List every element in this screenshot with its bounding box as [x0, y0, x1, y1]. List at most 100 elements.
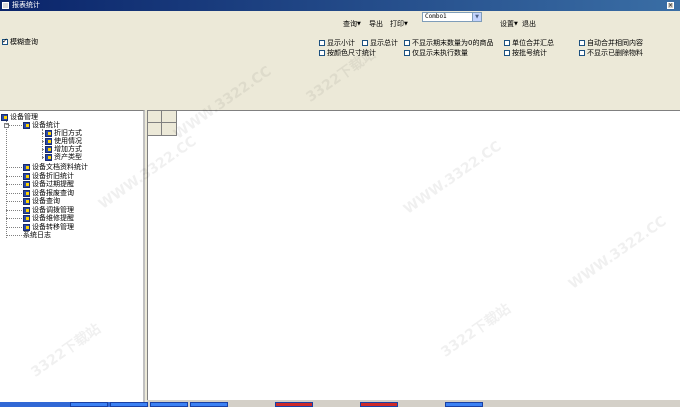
- tree-node-label: 设备管理: [10, 113, 38, 121]
- hide-end-zero-checkbox[interactable]: 不显示期末数量为0的商品: [404, 39, 493, 48]
- checkbox-box[interactable]: [2, 37, 8, 46]
- tree-connector: [6, 176, 24, 177]
- tree-panel: 设备管理 − 设备统计 折旧方式 使用情况 增加方式 资产类型 设备文档资料统计…: [0, 110, 145, 407]
- tree-node-depr-stats[interactable]: 设备折旧统计: [23, 172, 74, 180]
- folder-icon: [45, 145, 52, 153]
- tree-node-transfer[interactable]: 设备调拨管理: [23, 206, 74, 214]
- exit-button[interactable]: 退出: [522, 19, 536, 29]
- tree-node-stats[interactable]: 设备统计: [23, 121, 60, 129]
- checkbox-box[interactable]: [362, 40, 368, 46]
- tree-node-root[interactable]: 设备管理: [1, 113, 38, 121]
- fuzzy-query-checkbox[interactable]: 模糊查询: [2, 37, 38, 47]
- tree-node-query[interactable]: 设备查询: [23, 197, 60, 205]
- option-label: 仅显示未执行数量: [412, 49, 468, 57]
- app-icon: [2, 2, 9, 9]
- folder-icon: [23, 163, 30, 171]
- option-label: 不显示期末数量为0的商品: [412, 39, 494, 47]
- tree-connector: [6, 167, 24, 168]
- settings-label: 设置: [500, 20, 514, 28]
- folder-icon: [23, 172, 30, 180]
- print-button[interactable]: 打印▼: [390, 19, 408, 29]
- taskbar-item[interactable]: [110, 402, 148, 407]
- tree-node-label: 设备查询: [32, 197, 60, 205]
- settings-button[interactable]: 设置▼: [500, 19, 518, 29]
- checkbox-box[interactable]: [319, 40, 325, 46]
- folder-icon: [45, 137, 52, 145]
- taskbar-item[interactable]: [360, 402, 398, 407]
- dropdown-arrow-icon: ▼: [404, 21, 408, 27]
- checkbox-box[interactable]: [319, 50, 325, 56]
- option-label: 自动合并相同内容: [587, 39, 643, 47]
- folder-icon: [23, 121, 30, 129]
- tree-node-log[interactable]: 系统日志: [23, 231, 51, 239]
- checkbox-box[interactable]: [404, 50, 410, 56]
- tree-node-repair[interactable]: 设备维修提醒: [23, 214, 74, 222]
- unit-merge-checkbox[interactable]: 单位合并汇总: [504, 39, 554, 48]
- checkbox-box[interactable]: [579, 50, 585, 56]
- folder-icon: [45, 153, 52, 161]
- option-label: 不显示已删除物料: [587, 49, 643, 57]
- close-icon[interactable]: ×: [667, 2, 674, 9]
- tree-node-label: 使用情况: [54, 137, 82, 145]
- tree-node-asset-type[interactable]: 资产类型: [45, 153, 82, 161]
- taskbar-item[interactable]: [150, 402, 188, 407]
- tree-node-label: 系统日志: [23, 231, 51, 239]
- query-button[interactable]: 查询▼: [343, 19, 361, 29]
- folder-icon: [23, 197, 30, 205]
- tree-node-usage[interactable]: 使用情况: [45, 137, 82, 145]
- folder-icon: [1, 113, 8, 121]
- tree-node-expiry[interactable]: 设备过期提醒: [23, 180, 74, 188]
- auto-merge-checkbox[interactable]: 自动合并相同内容: [579, 39, 643, 48]
- folder-icon: [23, 223, 30, 231]
- collapse-icon[interactable]: −: [4, 123, 9, 128]
- by-color-size-checkbox[interactable]: 按颜色尺寸统计: [319, 49, 376, 58]
- tree-node-depreciation[interactable]: 折旧方式: [45, 129, 82, 137]
- tree-connector: [6, 193, 24, 194]
- export-button[interactable]: 导出: [369, 19, 383, 29]
- folder-icon: [23, 180, 30, 188]
- tree-node-label: 设备统计: [32, 121, 60, 129]
- folder-icon: [23, 189, 30, 197]
- hide-deleted-checkbox[interactable]: 不显示已删除物料: [579, 49, 643, 58]
- option-label: 显示总计: [370, 39, 398, 47]
- tree-node-label: 设备报废查询: [32, 189, 74, 197]
- checkbox-box[interactable]: [404, 40, 410, 46]
- combo-select[interactable]: Combo1 ▼: [422, 12, 482, 22]
- tree-node-label: 增加方式: [54, 145, 82, 153]
- checkbox-box[interactable]: [504, 50, 510, 56]
- print-label: 打印: [390, 20, 404, 28]
- folder-icon: [23, 206, 30, 214]
- option-label: 显示小计: [327, 39, 355, 47]
- tree-node-label: 设备维修提醒: [32, 214, 74, 222]
- tree-connector: [6, 235, 24, 236]
- tree-connector: [6, 210, 24, 211]
- checkbox-box[interactable]: [579, 40, 585, 46]
- fuzzy-query-label: 模糊查询: [10, 38, 38, 46]
- show-subtotal-checkbox[interactable]: 显示小计: [319, 39, 355, 48]
- grid-header-cells: [148, 111, 177, 136]
- taskbar-item[interactable]: [70, 402, 108, 407]
- taskbar-item[interactable]: [275, 402, 313, 407]
- by-batch-checkbox[interactable]: 按批号统计: [504, 49, 547, 58]
- checkbox-box[interactable]: [504, 40, 510, 46]
- tree-node-scrap-query[interactable]: 设备报废查询: [23, 189, 74, 197]
- dropdown-arrow-icon: ▼: [357, 21, 361, 27]
- chevron-down-icon[interactable]: ▼: [472, 13, 481, 21]
- tree-node-label: 设备折旧统计: [32, 172, 74, 180]
- tree-node-increase[interactable]: 增加方式: [45, 145, 82, 153]
- tree-node-label: 资产类型: [54, 153, 82, 161]
- option-label: 单位合并汇总: [512, 39, 554, 47]
- taskbar-item[interactable]: [190, 402, 228, 407]
- report-grid[interactable]: [147, 110, 680, 400]
- option-label: 按颜色尺寸统计: [327, 49, 376, 57]
- tree-node-label: 设备调拨管理: [32, 206, 74, 214]
- tree-node-label: 设备文档资料统计: [32, 163, 88, 171]
- only-unexecuted-checkbox[interactable]: 仅显示未执行数量: [404, 49, 468, 58]
- show-total-checkbox[interactable]: 显示总计: [362, 39, 398, 48]
- tree-node-docs[interactable]: 设备文档资料统计: [23, 163, 88, 171]
- taskbar-item[interactable]: [445, 402, 483, 407]
- tree-connector: [6, 121, 7, 238]
- combo-value: Combo1: [425, 13, 447, 20]
- window-title: 报表统计: [12, 1, 40, 9]
- tree-node-relocate[interactable]: 设备转移管理: [23, 223, 74, 231]
